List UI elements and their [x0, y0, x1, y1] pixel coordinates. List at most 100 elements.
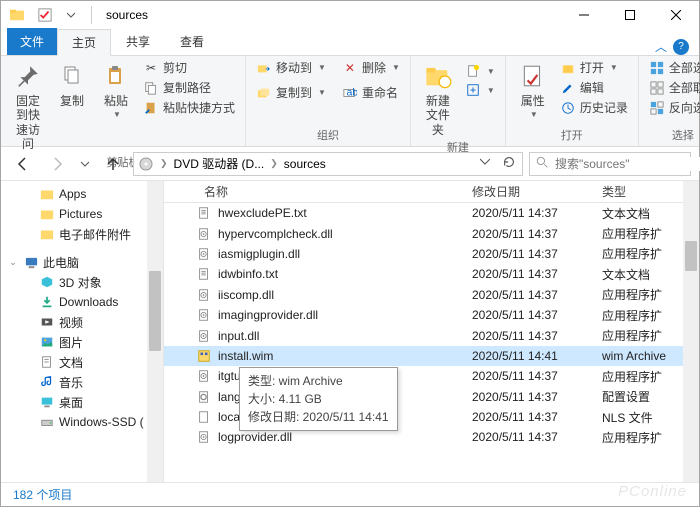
file-row[interactable]: install.wim2020/5/11 14:41wim Archive [164, 346, 699, 366]
file-date: 2020/5/11 14:37 [464, 308, 594, 322]
crumb-folder[interactable]: sources [280, 153, 330, 175]
chevron-down-icon: ▼ [113, 110, 121, 120]
window-title: sources [106, 8, 148, 22]
copyto-button[interactable]: 复制到▼ [252, 83, 330, 102]
file-name: input.dll [218, 329, 259, 343]
rename-button[interactable]: ab重命名 [338, 83, 404, 102]
scrollbar-thumb[interactable] [685, 241, 697, 271]
file-date: 2020/5/11 14:37 [464, 206, 594, 220]
easyaccess-button[interactable]: ▼ [461, 81, 499, 99]
search-input[interactable] [555, 157, 700, 171]
file-date: 2020/5/11 14:37 [464, 369, 594, 383]
file-row[interactable]: hypervcomplcheck.dll2020/5/11 14:37应用程序扩 [164, 223, 699, 243]
navitem-thispc[interactable]: ⌄此电脑 [1, 252, 163, 272]
navitem-videos[interactable]: 视频 [1, 312, 163, 332]
back-button[interactable] [9, 151, 37, 177]
file-row[interactable]: input.dll2020/5/11 14:37应用程序扩 [164, 325, 699, 345]
tab-view[interactable]: 查看 [165, 28, 219, 55]
navitem-downloads[interactable]: Downloads [1, 292, 163, 312]
selectall-button[interactable]: 全部选择 [645, 58, 700, 77]
properties-button[interactable]: 属性 ▼ [512, 58, 554, 122]
tab-home[interactable]: 主页 [57, 29, 111, 56]
file-icon [196, 226, 212, 242]
tab-share[interactable]: 共享 [111, 28, 165, 55]
moveto-button[interactable]: 移动到▼ [252, 58, 330, 77]
rename-icon: ab [342, 85, 358, 101]
ribbon-collapse-icon[interactable]: ︿ [655, 38, 667, 55]
address-dropdown-icon[interactable] [474, 155, 496, 172]
history-button[interactable]: 历史记录 [556, 98, 632, 117]
file-row[interactable]: idwbinfo.txt2020/5/11 14:37文本文档 [164, 264, 699, 284]
file-row[interactable]: imagingprovider.dll2020/5/11 14:37应用程序扩 [164, 305, 699, 325]
delete-button[interactable]: ✕删除▼ [338, 58, 404, 77]
file-row[interactable]: hwexcludePE.txt2020/5/11 14:37文本文档 [164, 203, 699, 223]
desktop-icon [39, 394, 55, 410]
qat-checkbox-icon[interactable] [33, 4, 57, 26]
navitem-windowsssd[interactable]: Windows-SSD ( [1, 412, 163, 432]
file-date: 2020/5/11 14:37 [464, 329, 594, 343]
newfolder-button[interactable]: 新建 文件夹 [417, 58, 459, 139]
cut-button[interactable]: ✂剪切 [139, 58, 239, 77]
tab-file[interactable]: 文件 [7, 28, 57, 55]
address-bar[interactable]: ❯ DVD 驱动器 (D... ❯ sources [133, 152, 523, 176]
copypath-button[interactable]: 复制路径 [139, 78, 239, 97]
crumb-sep-icon[interactable]: ❯ [268, 158, 280, 169]
nav-pane[interactable]: Apps Pictures 电子邮件附件 ⌄此电脑 3D 对象 Download… [1, 181, 164, 484]
close-button[interactable] [653, 1, 699, 29]
scrollbar-thumb[interactable] [149, 271, 161, 351]
thispc-icon [23, 254, 39, 270]
invert-icon [649, 100, 665, 116]
search-box[interactable] [529, 152, 691, 176]
invert-button[interactable]: 反向选择 [645, 98, 700, 117]
file-pane: 名称 修改日期 类型 hwexcludePE.txt2020/5/11 14:3… [164, 181, 699, 484]
videos-icon [39, 314, 55, 330]
up-button[interactable] [99, 151, 127, 177]
pin-to-quickaccess-button[interactable]: 固定到快 速访问 [7, 58, 49, 154]
file-icon [196, 368, 212, 384]
file-row[interactable]: iiscomp.dll2020/5/11 14:37应用程序扩 [164, 285, 699, 305]
selectall-icon [649, 60, 665, 76]
nav-row: ❯ DVD 驱动器 (D... ❯ sources [1, 147, 699, 181]
filepane-scrollbar[interactable] [683, 181, 699, 484]
pasteshortcut-button[interactable]: 粘贴快捷方式 [139, 98, 239, 117]
copy-button[interactable]: 复制 [51, 58, 93, 110]
open-button[interactable]: 打开▼ [556, 58, 632, 77]
edit-button[interactable]: 编辑 [556, 78, 632, 97]
address-tools [474, 155, 522, 172]
tooltip-line1: 类型: wim Archive [248, 372, 389, 390]
navitem-images[interactable]: 图片 [1, 332, 163, 352]
newitem-button[interactable]: ▼ [461, 62, 499, 80]
qat-dropdown-icon[interactable] [59, 4, 83, 26]
file-icon [196, 409, 212, 425]
crumb-drive-icon[interactable] [134, 153, 158, 175]
navitem-3dobjects[interactable]: 3D 对象 [1, 272, 163, 292]
navpane-scrollbar[interactable] [147, 181, 163, 484]
navitem-desktop[interactable]: 桌面 [1, 392, 163, 412]
file-icon [196, 205, 212, 221]
navitem-documents[interactable]: 文档 [1, 352, 163, 372]
file-date: 2020/5/11 14:37 [464, 288, 594, 302]
navitem-music[interactable]: 音乐 [1, 372, 163, 392]
forward-button[interactable] [43, 151, 71, 177]
file-tooltip: 类型: wim Archive 大小: 4.11 GB 修改日期: 2020/5… [239, 367, 398, 431]
help-button[interactable]: ? [673, 39, 689, 55]
paste-button[interactable]: 粘贴 ▼ [95, 58, 137, 122]
file-name: iasmigplugin.dll [218, 247, 300, 261]
file-date: 2020/5/11 14:37 [464, 247, 594, 261]
crumb-sep-icon[interactable]: ❯ [158, 158, 170, 169]
refresh-icon[interactable] [496, 155, 522, 172]
navitem-apps[interactable]: Apps [1, 184, 163, 204]
maximize-button[interactable] [607, 1, 653, 29]
col-date[interactable]: 修改日期 [464, 183, 594, 200]
expand-icon[interactable]: ⌄ [7, 257, 19, 268]
navitem-pictures[interactable]: Pictures [1, 204, 163, 224]
file-row[interactable]: iasmigplugin.dll2020/5/11 14:37应用程序扩 [164, 244, 699, 264]
file-list-header: 名称 修改日期 类型 [164, 181, 699, 203]
file-name: logprovider.dll [218, 430, 292, 444]
crumb-drive[interactable]: DVD 驱动器 (D... [170, 153, 269, 175]
minimize-button[interactable] [561, 1, 607, 29]
col-name[interactable]: 名称 [164, 183, 464, 200]
recent-dropdown[interactable] [77, 151, 93, 177]
navitem-mailattach[interactable]: 电子邮件附件 [1, 224, 163, 244]
selectnone-button[interactable]: 全部取消 [645, 78, 700, 97]
